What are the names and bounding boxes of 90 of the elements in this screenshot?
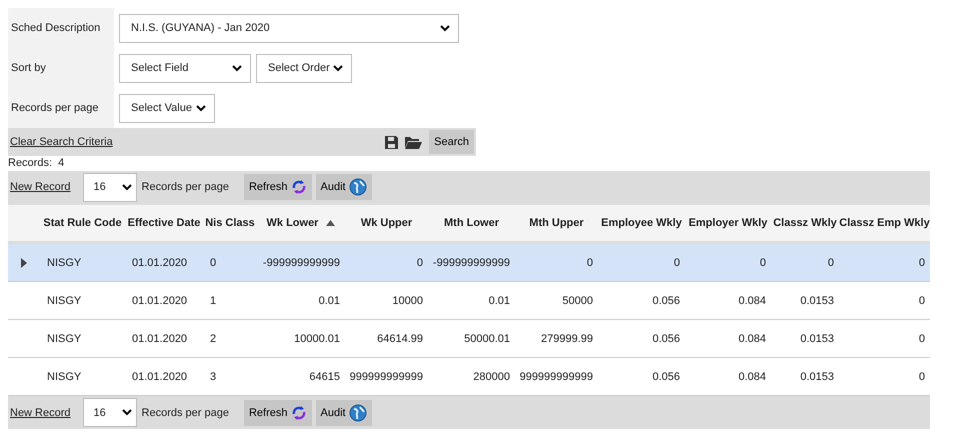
refresh-icon — [290, 404, 307, 420]
dropdown[interactable]: Select Value — [119, 94, 215, 122]
field-label: Sort by — [11, 62, 46, 74]
page-size-dropdown[interactable]: 16 — [82, 398, 137, 427]
table-cell: 0.084 — [738, 332, 766, 344]
table-cell: 1 — [210, 294, 216, 306]
table-cell: 0.056 — [652, 370, 680, 382]
column-header[interactable]: Wk Upper — [360, 217, 412, 229]
column-header[interactable]: Mth Lower — [444, 217, 499, 229]
table-cell: 0 — [918, 256, 925, 268]
table-cell: 50000.01 — [464, 332, 510, 344]
row-pointer-icon — [21, 258, 27, 268]
table-cell: 0.0153 — [800, 294, 834, 306]
table-cell: 3 — [210, 370, 216, 382]
table-cell: 01.01.2020 — [132, 294, 188, 306]
folder-icon[interactable] — [405, 136, 422, 148]
table-cell: 64614.99 — [377, 332, 423, 344]
refresh-icon — [290, 179, 307, 195]
table-cell: 0.084 — [738, 370, 766, 382]
audit-button[interactable]: Audit — [316, 400, 372, 426]
refresh-button[interactable]: Refresh — [244, 174, 312, 200]
chevron-down-icon — [440, 24, 450, 32]
table-cell: 0.084 — [738, 294, 766, 306]
table-cell: 0 — [828, 256, 834, 268]
table-cell: 0.01 — [318, 294, 340, 306]
dropdown[interactable]: Select Order — [256, 54, 352, 82]
column-header[interactable]: Employer Wkly — [688, 217, 768, 229]
table-cell: 10000 — [392, 294, 423, 306]
table-cell: NISGY — [47, 332, 82, 344]
table-cell: NISGY — [47, 294, 82, 306]
refresh-button[interactable]: Refresh — [244, 400, 312, 426]
table-cell: -999999999999 — [432, 256, 510, 268]
table-cell: 50000 — [562, 294, 593, 306]
table-cell: 280000 — [473, 370, 510, 382]
table-cell: 0.0153 — [800, 370, 834, 382]
column-header[interactable]: Effective Date — [128, 217, 200, 229]
page-size-label: Records per page — [142, 181, 229, 193]
table-cell: 0 — [210, 256, 216, 268]
table-cell: 0 — [918, 294, 925, 306]
table-cell: 0 — [918, 370, 925, 382]
chevron-down-icon — [333, 64, 343, 72]
globe-icon — [348, 404, 367, 422]
column-header[interactable]: Classz Emp Wkly — [839, 217, 930, 229]
table-cell: 999999999999 — [350, 370, 423, 382]
table-cell: 01.01.2020 — [132, 332, 188, 344]
table-cell: 0.01 — [488, 294, 510, 306]
table-cell: 01.01.2020 — [132, 370, 188, 382]
page-size-label: Records per page — [142, 406, 229, 418]
table-cell: 0 — [586, 256, 593, 268]
dropdown[interactable]: N.I.S. (GUYANA) - Jan 2020 — [119, 14, 459, 42]
table-cell: NISGY — [47, 370, 82, 382]
audit-button[interactable]: Audit — [316, 174, 372, 200]
column-header[interactable]: Classz Wkly — [773, 217, 837, 229]
column-header[interactable]: Employee Wkly — [601, 217, 682, 229]
table-cell: 0.056 — [652, 294, 680, 306]
table-cell: 999999999999 — [520, 370, 593, 382]
search-button[interactable]: Search — [429, 130, 474, 154]
records-count: Records: 4 — [8, 156, 64, 170]
table-cell: -999999999999 — [262, 256, 340, 268]
column-header[interactable]: Mth Upper — [529, 217, 584, 229]
dropdown[interactable]: Select Field — [119, 54, 251, 82]
table-cell: 01.01.2020 — [132, 256, 188, 268]
table-cell: 0.056 — [652, 332, 680, 344]
save-icon[interactable] — [385, 136, 398, 148]
sort-arrow-icon — [326, 220, 336, 226]
chevron-down-icon — [122, 409, 132, 416]
table-cell: 0 — [416, 256, 423, 268]
table-cell: 0 — [760, 256, 766, 268]
chevron-down-icon — [196, 104, 206, 112]
field-label: Sched Description — [11, 22, 100, 34]
clear-search-link[interactable]: Clear Search Criteria — [10, 136, 113, 148]
new-record-link[interactable]: New Record — [10, 181, 71, 193]
table-cell: 10000.01 — [294, 332, 340, 344]
chevron-down-icon — [122, 184, 132, 190]
table-cell: 0 — [674, 256, 680, 268]
table-cell: 0.0153 — [800, 332, 834, 344]
column-header[interactable]: Nis Class — [205, 217, 255, 229]
table-cell: 279999.99 — [541, 332, 593, 344]
table-row[interactable]: NISGY 01.01.2020 0 -999999999999 0 -999999999999 0 0 0 0 0 — [8, 244, 930, 282]
field-label: Records per page — [11, 102, 98, 114]
table-cell: 2 — [210, 332, 216, 344]
new-record-link[interactable]: New Record — [10, 406, 71, 418]
page-size-dropdown[interactable]: 16 — [82, 172, 137, 202]
globe-icon — [348, 178, 367, 196]
table-cell: NISGY — [47, 256, 82, 268]
chevron-down-icon — [232, 64, 242, 72]
table-cell: 64615 — [309, 370, 340, 382]
column-header[interactable]: Stat Rule Code — [43, 217, 122, 229]
table-cell: 0 — [918, 332, 925, 344]
column-header[interactable]: Wk Lower — [266, 217, 336, 229]
